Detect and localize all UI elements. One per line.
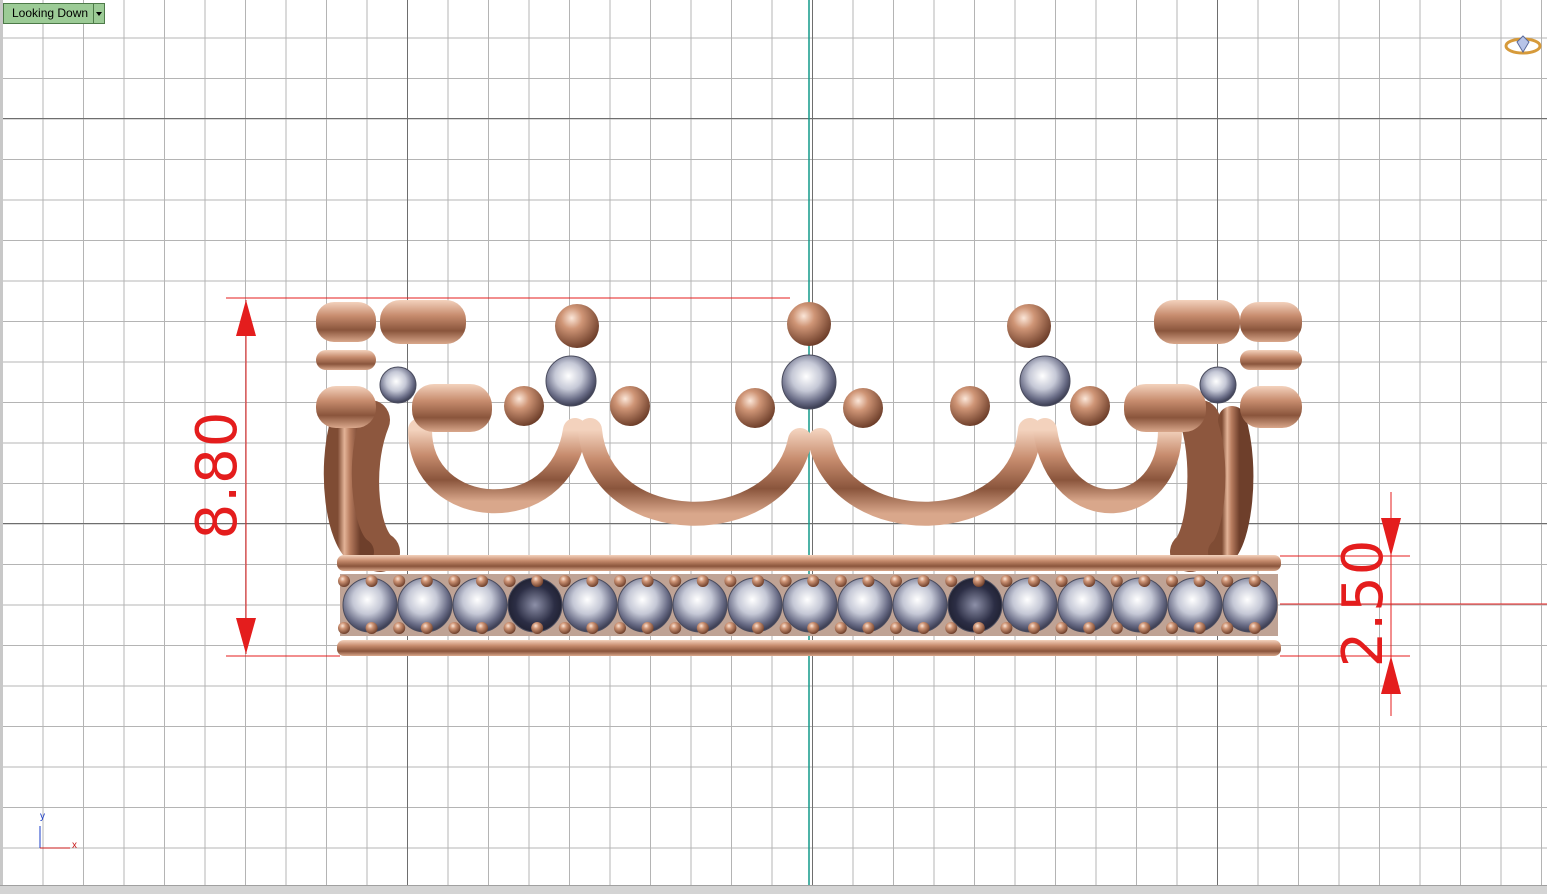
band-bead — [1248, 622, 1261, 634]
band-bead — [531, 622, 544, 634]
band-bead — [531, 575, 544, 587]
band-bead — [752, 575, 764, 587]
band-dimension-label: 2.50 — [1331, 538, 1396, 668]
band-bead — [1138, 622, 1151, 634]
band-bead — [448, 575, 461, 587]
axis-y-label: y — [40, 811, 45, 822]
band-bead — [393, 622, 406, 634]
band-bead — [614, 575, 626, 587]
band-bead — [1110, 622, 1123, 634]
band-bead — [503, 575, 516, 587]
band-bead — [834, 575, 847, 587]
band-bead — [972, 575, 985, 587]
band-bead — [972, 622, 985, 634]
band-bead — [1110, 575, 1123, 587]
band-bead — [1221, 622, 1234, 634]
band-bead — [752, 622, 764, 634]
band-bead — [641, 622, 654, 634]
band-bead — [1193, 575, 1206, 587]
band-bead — [807, 622, 820, 634]
band-bead — [696, 575, 709, 587]
band-bead — [917, 622, 930, 634]
band-bead — [917, 575, 930, 587]
band-bead — [1138, 575, 1151, 587]
band-bead — [1083, 622, 1096, 634]
band-bead — [1083, 575, 1096, 587]
band-bead — [862, 575, 875, 587]
band-bead — [1166, 622, 1178, 634]
band-bead — [1055, 622, 1068, 634]
band-bead — [779, 575, 792, 587]
band-bead — [1193, 622, 1206, 634]
band-bead — [779, 622, 792, 634]
band-bead — [945, 622, 958, 634]
band-bead — [365, 575, 378, 587]
band-bead — [420, 622, 433, 634]
band-bead — [558, 622, 571, 634]
band-bead — [862, 622, 875, 634]
band-bead — [641, 575, 654, 587]
band-bead — [614, 622, 626, 634]
band-bead — [1166, 575, 1178, 587]
ring-logo-icon[interactable] — [1503, 34, 1543, 56]
band-bead — [503, 622, 516, 634]
band-bead — [724, 622, 737, 634]
band-bead — [558, 575, 571, 587]
band-bead — [834, 622, 847, 634]
band-bead — [1028, 622, 1040, 634]
band-bead — [945, 575, 958, 587]
band-bead — [586, 575, 599, 587]
band-bead — [338, 575, 350, 587]
band-bead — [1000, 575, 1013, 587]
band-bead — [1000, 622, 1013, 634]
band-bead — [669, 575, 682, 587]
band-bead — [1055, 575, 1068, 587]
height-dimension-label: 8.80 — [185, 410, 250, 540]
band-bead — [807, 575, 820, 587]
band-bead — [393, 575, 406, 587]
band-bead — [696, 622, 709, 634]
axis-x-label: x — [72, 840, 77, 851]
axis-widget — [39, 826, 70, 849]
band-bead — [1248, 575, 1261, 587]
band-bead — [890, 575, 902, 587]
band-bead — [365, 622, 378, 634]
band-bead — [420, 575, 433, 587]
band-bead — [1221, 575, 1234, 587]
band-bead — [890, 622, 902, 634]
band-bead — [448, 622, 461, 634]
band-bead — [724, 575, 737, 587]
band-bead — [669, 622, 682, 634]
band-bead — [1028, 575, 1040, 587]
band-bead — [338, 622, 350, 634]
band-bead — [476, 622, 488, 634]
band-bead — [476, 575, 488, 587]
crown-arches — [323, 400, 1254, 572]
band-bead — [586, 622, 599, 634]
